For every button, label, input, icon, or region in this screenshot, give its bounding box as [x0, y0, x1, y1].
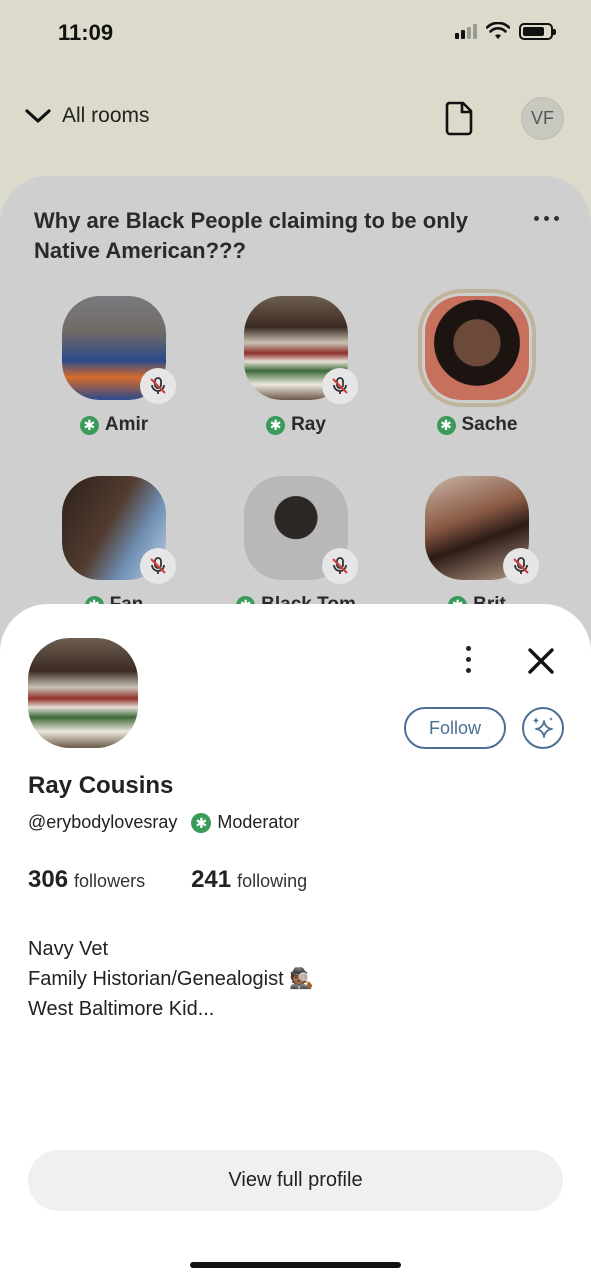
moderator-badge-icon: ✱ — [79, 415, 99, 435]
status-icons — [455, 22, 556, 40]
more-options-vertical-icon[interactable] — [466, 646, 471, 673]
speaker-tile[interactable]: ✱ Ray — [226, 296, 366, 436]
mic-muted-icon — [140, 548, 176, 584]
view-full-profile-button[interactable]: View full profile — [28, 1150, 563, 1211]
room-title: Why are Black People claiming to be only… — [34, 208, 469, 263]
moderator-badge-icon: ✱ — [436, 415, 456, 435]
bio-line: Family Historian/Genealogist 🕵🏾 — [28, 968, 315, 990]
status-bar: 11:09 — [0, 0, 591, 66]
speaker-name: ✱ Amir — [44, 414, 184, 436]
sparkle-icon — [533, 717, 553, 738]
handle-row: @erybodylovesray ✱ Moderator — [28, 812, 299, 833]
profile-name: Ray Cousins — [28, 772, 174, 799]
bio-line: Navy Vet — [28, 938, 109, 960]
mic-muted-icon — [322, 548, 358, 584]
following-stat[interactable]: 241 following — [191, 866, 307, 894]
battery-icon — [519, 22, 556, 40]
speaker-tile[interactable]: ✱Fan — [44, 476, 184, 616]
all-rooms-button[interactable]: All rooms — [24, 104, 150, 128]
home-indicator[interactable] — [190, 1262, 401, 1268]
speaker-avatar-speaking — [418, 289, 536, 407]
speaker-tile[interactable]: ✱Black Tom — [226, 476, 366, 616]
profile-sheet: Follow Ray Cousins @erybodylovesray ✱ Mo… — [0, 604, 591, 1280]
moderator-badge-icon: ✱ — [191, 812, 212, 833]
moderator-label: ✱ Moderator — [191, 812, 299, 833]
moderator-badge-icon: ✱ — [266, 415, 286, 435]
follow-stats: 306 followers 241 following — [28, 866, 307, 894]
document-icon[interactable] — [444, 100, 474, 136]
profile-handle: @erybodylovesray — [28, 812, 178, 832]
speaker-tile[interactable]: ✱ Amir — [44, 296, 184, 436]
bio-line: West Baltimore Kid... — [28, 998, 215, 1020]
mic-muted-icon — [322, 368, 358, 404]
speaker-tile[interactable]: ✱Brit — [407, 476, 547, 616]
profile-bio: Navy Vet Family Historian/Genealogist 🕵🏾… — [28, 934, 314, 1024]
more-options-icon[interactable] — [534, 216, 559, 221]
all-rooms-label: All rooms — [62, 104, 150, 127]
speaker-name: ✱ Ray — [226, 414, 366, 436]
mic-muted-icon — [503, 548, 539, 584]
status-time: 11:09 — [58, 20, 114, 45]
followers-stat[interactable]: 306 followers — [28, 866, 145, 894]
wifi-icon — [486, 22, 510, 39]
sparkle-button[interactable] — [522, 707, 564, 749]
top-nav: All rooms VF — [0, 92, 591, 144]
close-icon[interactable] — [524, 644, 558, 678]
speaker-name: ✱ Sache — [407, 414, 547, 436]
follow-button[interactable]: Follow — [404, 707, 506, 749]
speaker-tile[interactable]: ✱ Sache — [407, 289, 547, 436]
profile-avatar[interactable] — [28, 638, 138, 748]
mic-muted-icon — [140, 368, 176, 404]
chevron-down-icon — [25, 109, 51, 123]
cellular-signal-icon — [455, 23, 477, 39]
user-avatar[interactable]: VF — [521, 97, 564, 140]
